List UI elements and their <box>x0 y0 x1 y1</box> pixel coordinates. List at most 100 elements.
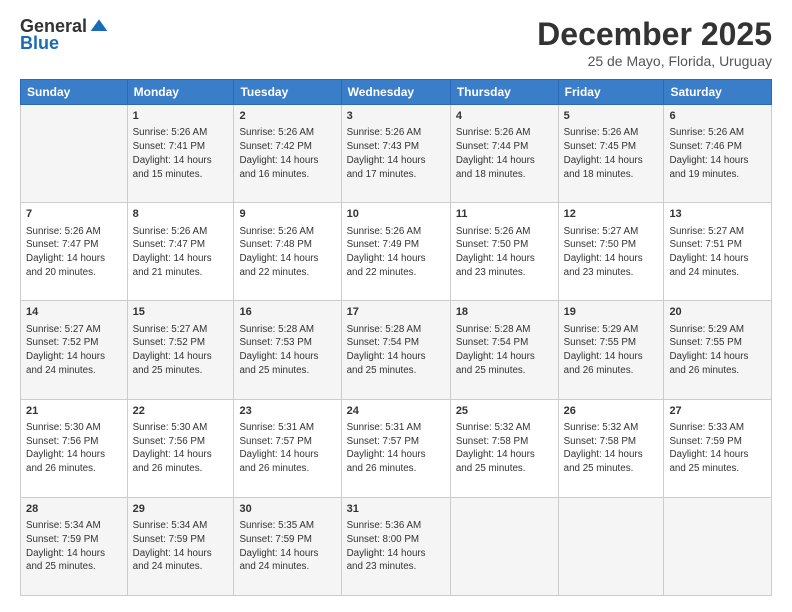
day-info: Sunrise: 5:34 AM Sunset: 7:59 PM Dayligh… <box>133 519 229 574</box>
calendar-cell: 21Sunrise: 5:30 AM Sunset: 7:56 PM Dayli… <box>21 399 128 497</box>
day-number: 8 <box>133 207 229 222</box>
day-number: 30 <box>239 502 335 517</box>
day-number: 31 <box>347 502 445 517</box>
day-number: 5 <box>564 109 659 124</box>
calendar-cell: 26Sunrise: 5:32 AM Sunset: 7:58 PM Dayli… <box>558 399 664 497</box>
day-number: 6 <box>669 109 766 124</box>
day-info: Sunrise: 5:27 AM Sunset: 7:50 PM Dayligh… <box>564 225 659 280</box>
calendar-cell: 7 Sunrise: 5:26 AM Sunset: 7:47 PM Daylig… <box>21 203 128 301</box>
day-number: 16 <box>239 305 335 320</box>
calendar-header-wednesday: Wednesday <box>341 80 450 105</box>
day-number: 2 <box>239 109 335 124</box>
calendar-cell: 3 Sunrise: 5:26 AM Sunset: 7:43 PM Daylig… <box>341 105 450 203</box>
calendar-cell: 28 Sunrise: 5:34 AM Sunset: 7:59 PM Dayli… <box>21 497 128 595</box>
calendar-cell: 1 Sunrise: 5:26 AM Sunset: 7:41 PM Daylig… <box>127 105 234 203</box>
day-number: 1 <box>133 109 229 124</box>
day-info: Sunrise: 5:31 AM Sunset: 7:57 PM Dayligh… <box>347 421 445 476</box>
calendar-cell: 6 Sunrise: 5:26 AM Sunset: 7:46 PM Daylig… <box>664 105 772 203</box>
day-info: Sunrise: 5:34 AM Sunset: 7:59 PM Dayligh… <box>26 519 122 574</box>
day-info: Sunrise: 5:28 AM Sunset: 7:53 PM Dayligh… <box>239 323 335 378</box>
calendar-cell: 4Sunrise: 5:26 AM Sunset: 7:44 PM Daylig… <box>450 105 558 203</box>
calendar-cell: 12Sunrise: 5:27 AM Sunset: 7:50 PM Dayli… <box>558 203 664 301</box>
calendar-cell <box>558 497 664 595</box>
calendar-cell: 25Sunrise: 5:32 AM Sunset: 7:58 PM Dayli… <box>450 399 558 497</box>
calendar-cell: 17Sunrise: 5:28 AM Sunset: 7:54 PM Dayli… <box>341 301 450 399</box>
calendar-cell <box>450 497 558 595</box>
calendar-cell: 13 Sunrise: 5:27 AM Sunset: 7:51 PM Dayli… <box>664 203 772 301</box>
day-info: Sunrise: 5:30 AM Sunset: 7:56 PM Dayligh… <box>133 421 229 476</box>
calendar-header-sunday: Sunday <box>21 80 128 105</box>
day-info: Sunrise: 5:26 AM Sunset: 7:47 PM Dayligh… <box>133 225 229 280</box>
day-number: 7 <box>26 207 122 222</box>
day-number: 10 <box>347 207 445 222</box>
calendar-cell: 8 Sunrise: 5:26 AM Sunset: 7:47 PM Daylig… <box>127 203 234 301</box>
calendar: SundayMondayTuesdayWednesdayThursdayFrid… <box>20 79 772 596</box>
calendar-header-tuesday: Tuesday <box>234 80 341 105</box>
day-info: Sunrise: 5:26 AM Sunset: 7:42 PM Dayligh… <box>239 126 335 181</box>
calendar-header-row: SundayMondayTuesdayWednesdayThursdayFrid… <box>21 80 772 105</box>
day-number: 13 <box>669 207 766 222</box>
calendar-cell: 18 Sunrise: 5:28 AM Sunset: 7:54 PM Dayli… <box>450 301 558 399</box>
page: General Blue December 2025 25 de Mayo, F… <box>0 0 792 612</box>
calendar-cell: 31 Sunrise: 5:36 AM Sunset: 8:00 PM Dayli… <box>341 497 450 595</box>
month-title: December 2025 <box>537 16 772 53</box>
calendar-cell: 24Sunrise: 5:31 AM Sunset: 7:57 PM Dayli… <box>341 399 450 497</box>
day-number: 3 <box>347 109 445 124</box>
day-info: Sunrise: 5:26 AM Sunset: 7:50 PM Dayligh… <box>456 225 553 280</box>
calendar-cell: 29 Sunrise: 5:34 AM Sunset: 7:59 PM Dayli… <box>127 497 234 595</box>
day-info: Sunrise: 5:27 AM Sunset: 7:51 PM Dayligh… <box>669 225 766 280</box>
calendar-header-thursday: Thursday <box>450 80 558 105</box>
day-number: 20 <box>669 305 766 320</box>
day-info: Sunrise: 5:26 AM Sunset: 7:48 PM Dayligh… <box>239 225 335 280</box>
day-number: 28 <box>26 502 122 517</box>
calendar-week-5: 28 Sunrise: 5:34 AM Sunset: 7:59 PM Dayli… <box>21 497 772 595</box>
day-info: Sunrise: 5:26 AM Sunset: 7:43 PM Dayligh… <box>347 126 445 181</box>
calendar-header-monday: Monday <box>127 80 234 105</box>
calendar-cell <box>664 497 772 595</box>
calendar-cell: 22 Sunrise: 5:30 AM Sunset: 7:56 PM Dayli… <box>127 399 234 497</box>
day-number: 29 <box>133 502 229 517</box>
calendar-header-friday: Friday <box>558 80 664 105</box>
day-info: Sunrise: 5:28 AM Sunset: 7:54 PM Dayligh… <box>456 323 553 378</box>
calendar-cell: 20 Sunrise: 5:29 AM Sunset: 7:55 PM Dayli… <box>664 301 772 399</box>
calendar-week-4: 21Sunrise: 5:30 AM Sunset: 7:56 PM Dayli… <box>21 399 772 497</box>
day-info: Sunrise: 5:33 AM Sunset: 7:59 PM Dayligh… <box>669 421 766 476</box>
day-number: 23 <box>239 404 335 419</box>
day-number: 4 <box>456 109 553 124</box>
calendar-cell: 14Sunrise: 5:27 AM Sunset: 7:52 PM Dayli… <box>21 301 128 399</box>
day-number: 27 <box>669 404 766 419</box>
day-info: Sunrise: 5:32 AM Sunset: 7:58 PM Dayligh… <box>564 421 659 476</box>
subtitle: 25 de Mayo, Florida, Uruguay <box>537 53 772 69</box>
day-info: Sunrise: 5:26 AM Sunset: 7:47 PM Dayligh… <box>26 225 122 280</box>
day-info: Sunrise: 5:32 AM Sunset: 7:58 PM Dayligh… <box>456 421 553 476</box>
day-info: Sunrise: 5:28 AM Sunset: 7:54 PM Dayligh… <box>347 323 445 378</box>
calendar-cell: 2 Sunrise: 5:26 AM Sunset: 7:42 PM Daylig… <box>234 105 341 203</box>
day-info: Sunrise: 5:31 AM Sunset: 7:57 PM Dayligh… <box>239 421 335 476</box>
day-info: Sunrise: 5:26 AM Sunset: 7:49 PM Dayligh… <box>347 225 445 280</box>
day-number: 22 <box>133 404 229 419</box>
calendar-week-1: 1 Sunrise: 5:26 AM Sunset: 7:41 PM Daylig… <box>21 105 772 203</box>
day-info: Sunrise: 5:26 AM Sunset: 7:46 PM Dayligh… <box>669 126 766 181</box>
header: General Blue December 2025 25 de Mayo, F… <box>20 16 772 69</box>
day-info: Sunrise: 5:29 AM Sunset: 7:55 PM Dayligh… <box>564 323 659 378</box>
calendar-cell: 15 Sunrise: 5:27 AM Sunset: 7:52 PM Dayli… <box>127 301 234 399</box>
day-info: Sunrise: 5:27 AM Sunset: 7:52 PM Dayligh… <box>133 323 229 378</box>
day-info: Sunrise: 5:26 AM Sunset: 7:45 PM Dayligh… <box>564 126 659 181</box>
day-number: 9 <box>239 207 335 222</box>
calendar-cell: 23 Sunrise: 5:31 AM Sunset: 7:57 PM Dayli… <box>234 399 341 497</box>
calendar-cell: 5 Sunrise: 5:26 AM Sunset: 7:45 PM Daylig… <box>558 105 664 203</box>
day-number: 11 <box>456 207 553 222</box>
day-number: 19 <box>564 305 659 320</box>
calendar-cell: 19 Sunrise: 5:29 AM Sunset: 7:55 PM Dayli… <box>558 301 664 399</box>
day-number: 18 <box>456 305 553 320</box>
logo: General Blue <box>20 16 109 54</box>
day-info: Sunrise: 5:35 AM Sunset: 7:59 PM Dayligh… <box>239 519 335 574</box>
day-info: Sunrise: 5:29 AM Sunset: 7:55 PM Dayligh… <box>669 323 766 378</box>
calendar-cell: 9 Sunrise: 5:26 AM Sunset: 7:48 PM Daylig… <box>234 203 341 301</box>
day-number: 15 <box>133 305 229 320</box>
day-info: Sunrise: 5:36 AM Sunset: 8:00 PM Dayligh… <box>347 519 445 574</box>
calendar-cell <box>21 105 128 203</box>
calendar-week-2: 7 Sunrise: 5:26 AM Sunset: 7:47 PM Daylig… <box>21 203 772 301</box>
day-info: Sunrise: 5:26 AM Sunset: 7:41 PM Dayligh… <box>133 126 229 181</box>
calendar-cell: 30 Sunrise: 5:35 AM Sunset: 7:59 PM Dayli… <box>234 497 341 595</box>
